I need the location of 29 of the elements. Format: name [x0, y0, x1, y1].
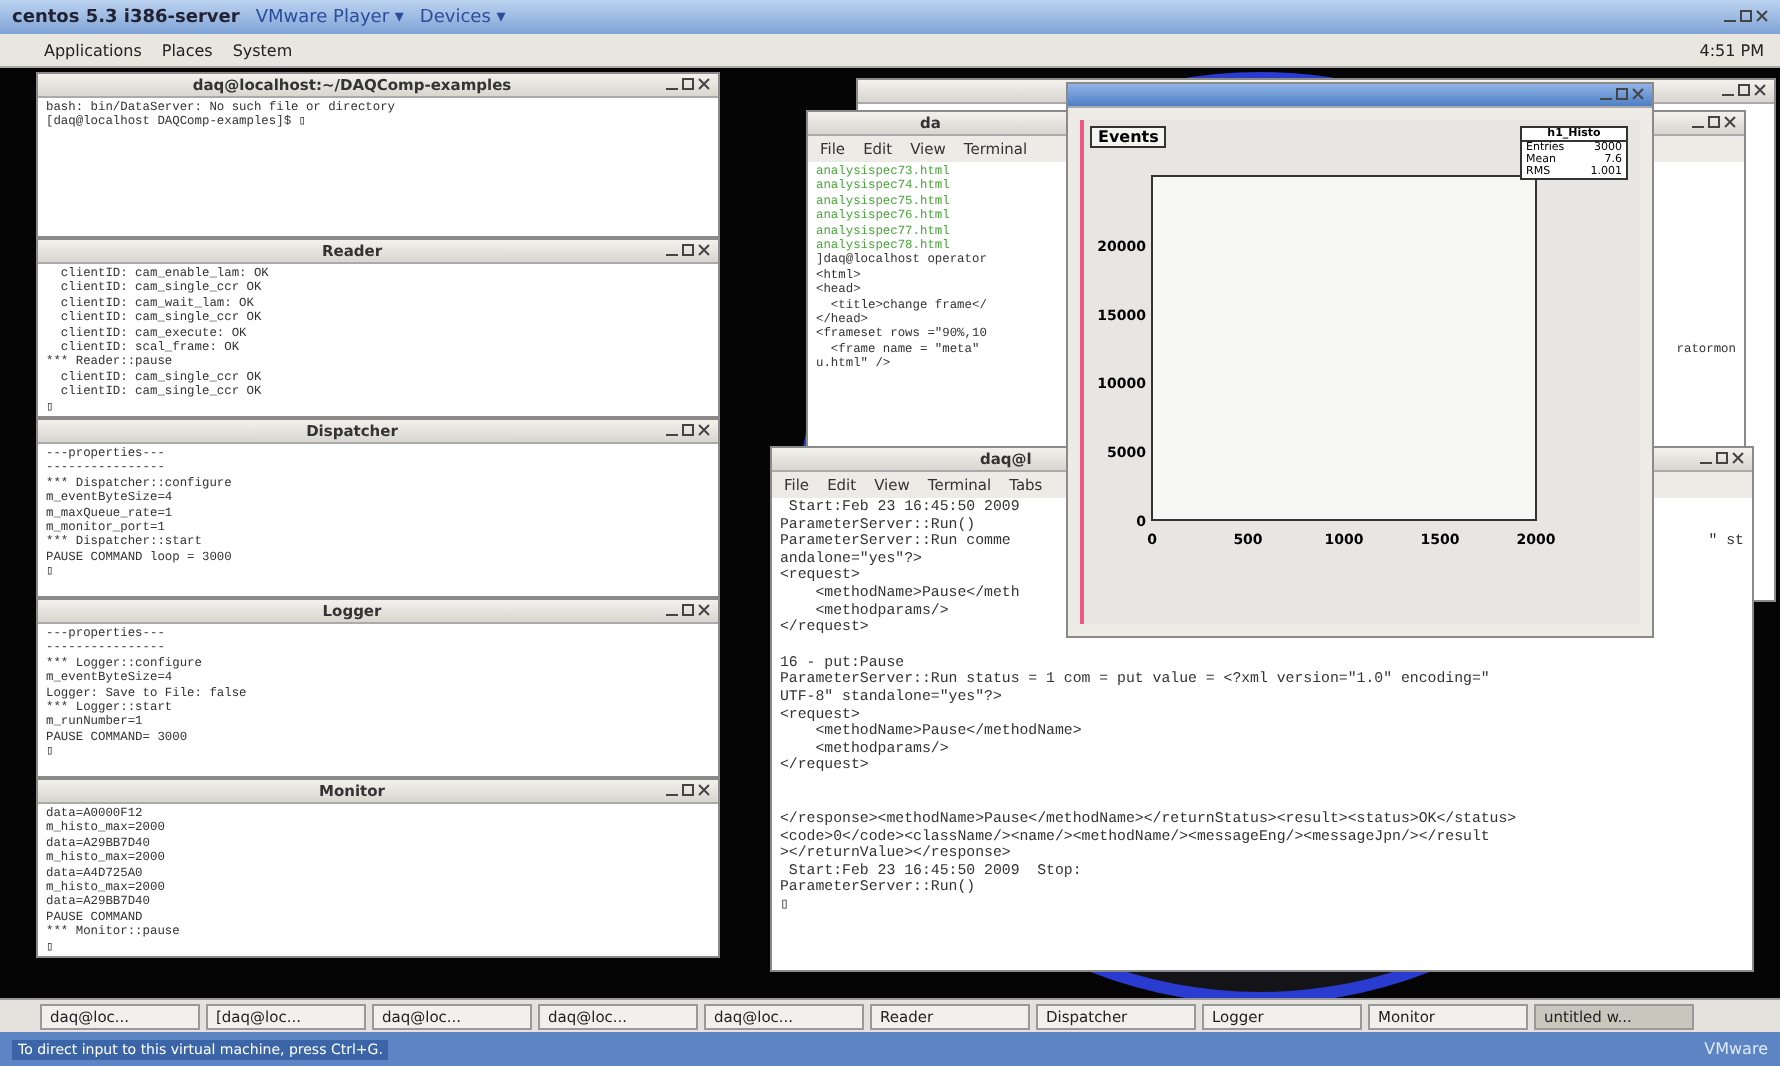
panel-menu[interactable]: Places	[161, 41, 213, 59]
maximize-icon[interactable]	[1716, 451, 1728, 463]
panel-menu[interactable]: Applications	[44, 41, 142, 59]
maximize-icon[interactable]	[1740, 9, 1752, 21]
vm-menu[interactable]: Devices ▾	[419, 7, 506, 27]
maximize-icon[interactable]	[1708, 115, 1720, 127]
histogram-title: Events	[1090, 126, 1167, 148]
maximize-icon[interactable]	[1616, 87, 1628, 99]
close-icon[interactable]	[698, 423, 710, 435]
close-icon[interactable]	[1756, 9, 1768, 21]
vm-menu[interactable]: VMware Player ▾	[255, 7, 404, 27]
close-icon[interactable]	[698, 603, 710, 615]
clock: 4:51 PM	[1699, 41, 1764, 59]
close-icon[interactable]	[1732, 451, 1744, 463]
vm-title: centos 5.3 i386-server	[12, 7, 240, 27]
maximize-icon[interactable]	[682, 243, 694, 255]
maximize-icon[interactable]	[682, 77, 694, 89]
close-icon[interactable]	[1724, 115, 1736, 127]
panel-menu[interactable]: System	[232, 41, 293, 59]
close-icon[interactable]	[698, 243, 710, 255]
close-icon[interactable]	[1754, 83, 1766, 95]
close-icon[interactable]	[1632, 87, 1644, 99]
close-icon[interactable]	[698, 783, 710, 795]
brand-label: VMware	[1704, 1040, 1768, 1058]
close-icon[interactable]	[698, 77, 710, 89]
maximize-icon[interactable]	[682, 423, 694, 435]
maximize-icon[interactable]	[682, 603, 694, 615]
maximize-icon[interactable]	[1738, 83, 1750, 95]
maximize-icon[interactable]	[682, 783, 694, 795]
